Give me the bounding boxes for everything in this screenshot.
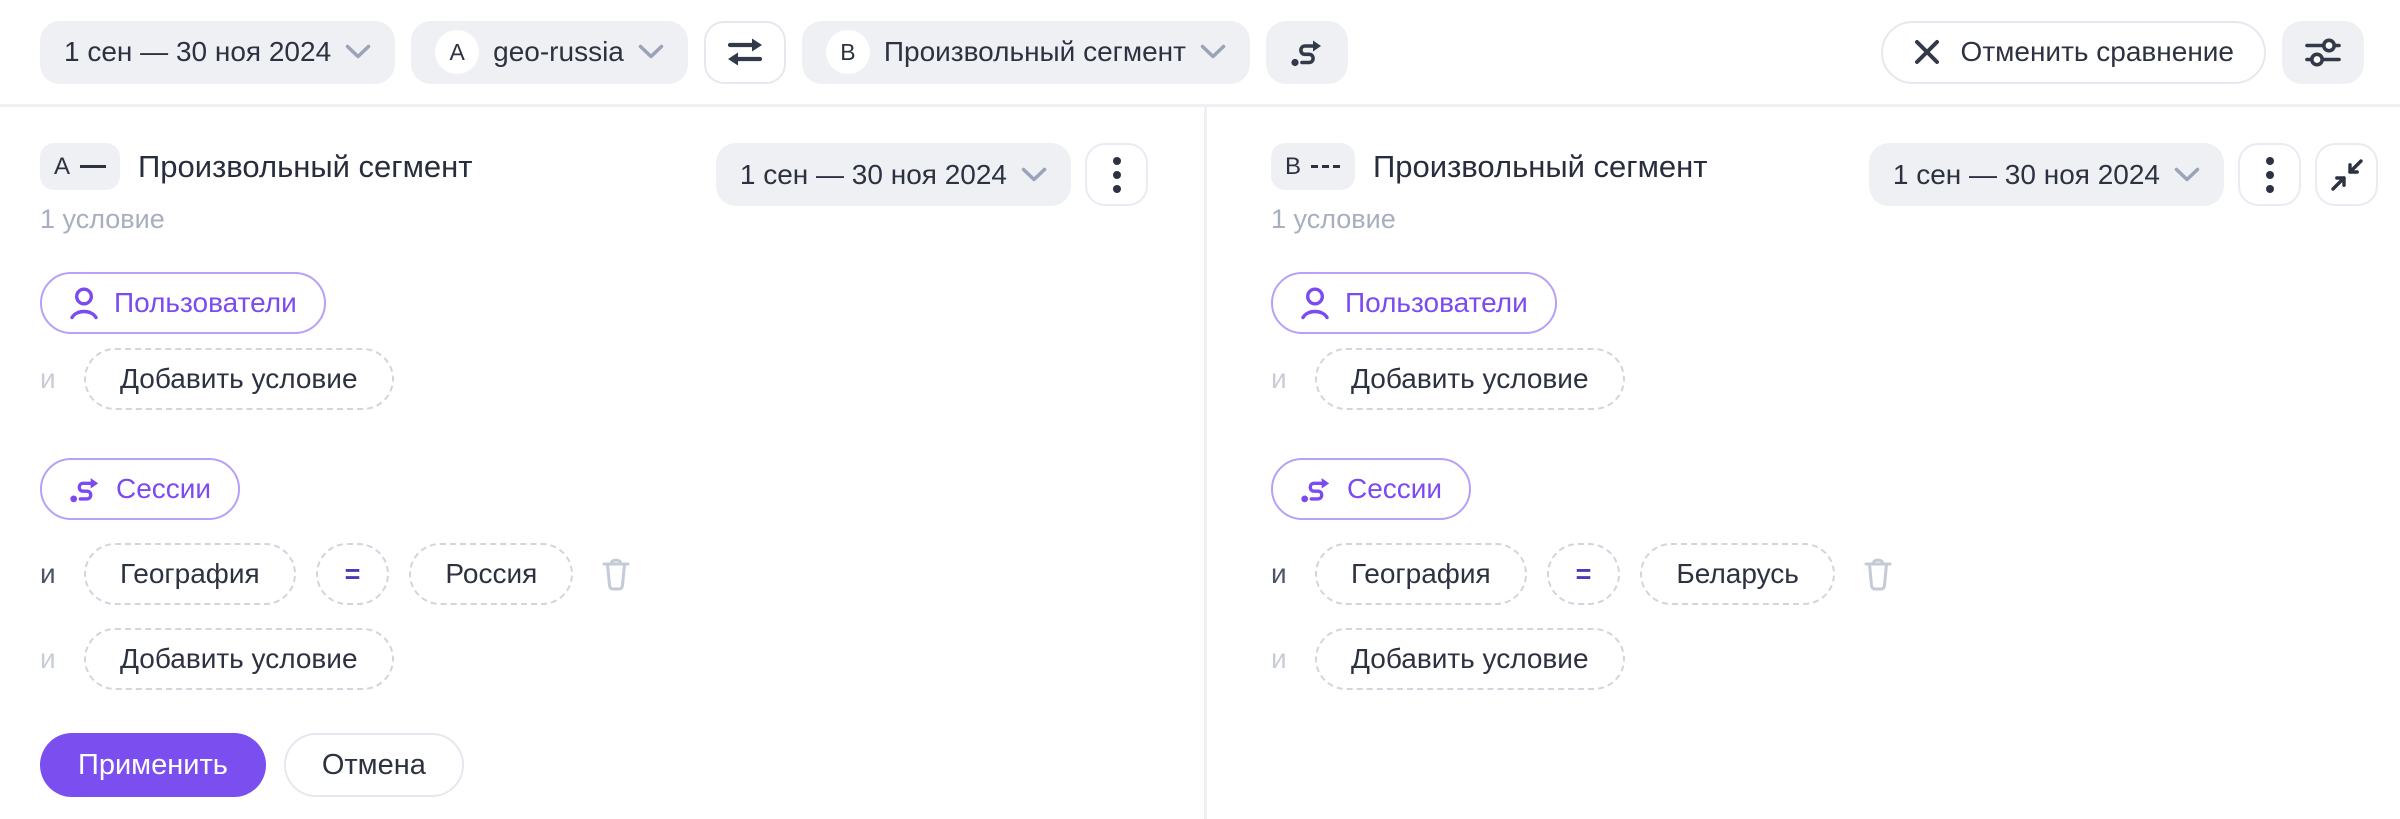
segment-tool-button[interactable] (1266, 21, 1348, 84)
panel-b-title-block: B Произвольный сегмент 1 условие (1271, 143, 1707, 235)
session-flow-icon (69, 473, 101, 505)
segment-comparison-panels: A Произвольный сегмент 1 условие 1 сен —… (0, 107, 2400, 819)
segment-b-badge-letter: B (1285, 153, 1301, 181)
and-connector: и (1271, 363, 1295, 395)
panel-a-sessions-scope-button[interactable]: Сессии (40, 458, 240, 520)
and-connector: и (40, 643, 64, 675)
chevron-down-icon (1021, 167, 1047, 183)
segment-a-label: geo-russia (493, 36, 624, 68)
panel-a-sessions-label: Сессии (116, 473, 211, 505)
panel-b-title: Произвольный сегмент (1373, 149, 1707, 185)
panel-b-header-controls: 1 сен — 30 ноя 2024 (1869, 143, 2378, 206)
panel-a-condition-value[interactable]: Россия (409, 543, 573, 605)
panel-b-users-add-condition-button[interactable]: Добавить условие (1315, 348, 1625, 410)
panel-a-users-scope-button[interactable]: Пользователи (40, 272, 326, 334)
panel-a-date-range-selector[interactable]: 1 сен — 30 ноя 2024 (716, 143, 1071, 206)
cancel-button[interactable]: Отмена (284, 733, 464, 797)
panel-b-sessions-add-condition-button[interactable]: Добавить условие (1315, 628, 1625, 690)
and-connector: и (1271, 558, 1295, 590)
panel-a-more-menu-button[interactable] (1085, 143, 1148, 206)
chevron-down-icon (638, 44, 664, 60)
panel-b-header: B Произвольный сегмент 1 условие 1 сен —… (1271, 143, 2378, 235)
segment-b-badge: B (1271, 143, 1355, 190)
panel-a-header: A Произвольный сегмент 1 условие 1 сен —… (40, 143, 1148, 235)
segment-flow-icon (1290, 35, 1324, 69)
panel-a-condition-attribute[interactable]: География (84, 543, 296, 605)
panel-b-condition-value[interactable]: Беларусь (1640, 543, 1834, 605)
session-flow-icon (1300, 473, 1332, 505)
panel-a-condition-operator[interactable]: = (316, 543, 390, 605)
and-connector: и (40, 558, 64, 590)
trash-icon (1863, 556, 1893, 592)
swap-segments-button[interactable] (704, 21, 786, 84)
segmentation-settings-button[interactable] (2282, 21, 2364, 84)
collapse-arrows-icon (2330, 158, 2364, 192)
panel-a-users-add-condition-button[interactable]: Добавить условие (84, 348, 394, 410)
segment-b-letter-badge: B (826, 30, 870, 74)
solid-line-sample-icon (80, 165, 106, 168)
segment-panel-b: B Произвольный сегмент 1 условие 1 сен —… (1207, 107, 2400, 819)
chevron-down-icon (345, 44, 371, 60)
panel-b-sessions-scope-button[interactable]: Сессии (1271, 458, 1471, 520)
panel-a-users-label: Пользователи (114, 287, 297, 319)
top-toolbar: 1 сен — 30 ноя 2024 A geo-russia (0, 0, 2400, 107)
cancel-comparison-label: Отменить сравнение (1961, 36, 2234, 68)
person-icon (69, 286, 99, 320)
panel-b-sessions-label: Сессии (1347, 473, 1442, 505)
apply-button[interactable]: Применить (40, 733, 266, 797)
kebab-menu-icon (1112, 155, 1122, 195)
panel-a-condition-count: 1 условие (40, 204, 472, 235)
panel-b-condition-attribute[interactable]: География (1315, 543, 1527, 605)
trash-icon (601, 556, 631, 592)
collapse-panel-button[interactable] (2315, 143, 2378, 206)
panel-b-users-scope-button[interactable]: Пользователи (1271, 272, 1557, 334)
panel-b-condition-operator[interactable]: = (1547, 543, 1621, 605)
panel-b-date-range-label: 1 сен — 30 ноя 2024 (1893, 159, 2160, 191)
segment-b-label: Произвольный сегмент (884, 36, 1186, 68)
chevron-down-icon (1200, 44, 1226, 60)
swap-arrows-icon (725, 35, 765, 69)
panel-b-condition-count: 1 условие (1271, 204, 1707, 235)
segment-a-badge: A (40, 143, 120, 190)
chevron-down-icon (2174, 167, 2200, 183)
segment-a-selector[interactable]: A geo-russia (411, 21, 688, 84)
kebab-menu-icon (2265, 155, 2275, 195)
panel-a-sessions-add-condition-button[interactable]: Добавить условие (84, 628, 394, 690)
panel-a-title: Произвольный сегмент (138, 149, 472, 185)
date-range-selector[interactable]: 1 сен — 30 ноя 2024 (40, 21, 395, 84)
cancel-comparison-button[interactable]: Отменить сравнение (1881, 21, 2266, 84)
segment-panel-a: A Произвольный сегмент 1 условие 1 сен —… (0, 107, 1207, 819)
dashed-line-sample-icon (1311, 165, 1341, 168)
toolbar-left-group: 1 сен — 30 ноя 2024 A geo-russia (40, 21, 1348, 84)
panel-b-users-label: Пользователи (1345, 287, 1528, 319)
and-connector: и (40, 363, 64, 395)
panel-a-delete-condition-button[interactable] (601, 556, 631, 592)
panel-a-title-block: A Произвольный сегмент 1 условие (40, 143, 472, 235)
panel-b-date-range-selector[interactable]: 1 сен — 30 ноя 2024 (1869, 143, 2224, 206)
and-connector: и (1271, 643, 1295, 675)
toolbar-right-group: Отменить сравнение (1881, 21, 2364, 84)
panel-a-date-range-label: 1 сен — 30 ноя 2024 (740, 159, 1007, 191)
segment-a-badge-letter: A (54, 153, 70, 181)
segment-b-selector[interactable]: B Произвольный сегмент (802, 21, 1250, 84)
panel-b-more-menu-button[interactable] (2238, 143, 2301, 206)
panel-b-delete-condition-button[interactable] (1863, 556, 1893, 592)
panel-a-header-controls: 1 сен — 30 ноя 2024 (716, 143, 1148, 206)
segment-a-letter-badge: A (435, 30, 479, 74)
person-icon (1300, 286, 1330, 320)
date-range-label: 1 сен — 30 ноя 2024 (64, 36, 331, 68)
sliders-icon (2304, 36, 2342, 68)
close-icon (1913, 38, 1941, 66)
